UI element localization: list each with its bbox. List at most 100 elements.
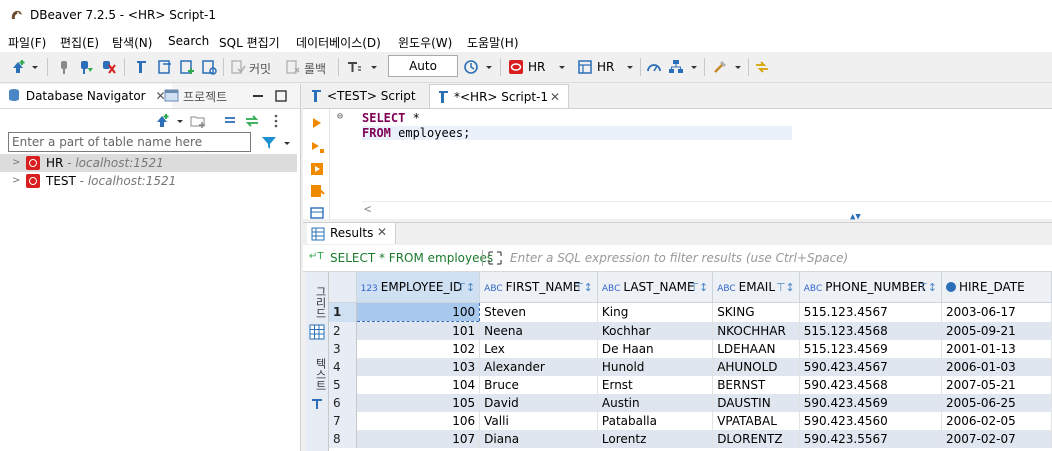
menu-file[interactable]: 파일(F) (8, 34, 46, 51)
project-icon[interactable] (164, 88, 180, 104)
cell-hire-date[interactable]: 2007-05-21 (941, 376, 1052, 394)
cell-email[interactable]: DAUSTIN (712, 394, 800, 412)
cell-phone-number[interactable]: 590.423.4568 (799, 376, 942, 394)
cell-hire-date[interactable]: 2001-01-13 (941, 340, 1052, 358)
column-filter-sort-icon[interactable]: ⊤↕ (574, 281, 593, 294)
chevron-down-icon[interactable] (690, 60, 698, 76)
cell-last-name[interactable]: Lorentz (597, 430, 714, 448)
active-datasource[interactable]: HR (528, 60, 545, 74)
cell-employee-id[interactable]: 102 (356, 340, 481, 358)
tab-projects[interactable]: 프로젝트 (183, 88, 227, 105)
rollback-icon[interactable] (285, 59, 301, 75)
new-sql-script-icon[interactable] (179, 59, 195, 75)
cell-phone-number[interactable]: 515.123.4567 (799, 302, 942, 322)
cell-phone-number[interactable]: 590.423.4560 (799, 412, 942, 430)
cell-phone-number[interactable]: 590.423.5567 (799, 430, 942, 448)
cell-first-name[interactable]: David (479, 394, 598, 412)
tab-grid-view[interactable]: 그리드 (306, 282, 328, 322)
results-filter-input[interactable]: Enter a SQL expression to filter results… (510, 251, 848, 265)
transaction-mode-selector[interactable]: Auto (388, 55, 458, 77)
menu-database[interactable]: 데이터베이스(D) (296, 34, 381, 51)
cell-first-name[interactable]: Alexander (479, 358, 598, 376)
cell-first-name[interactable]: Lex (479, 340, 598, 358)
cell-phone-number[interactable]: 590.423.4567 (799, 358, 942, 376)
minimize-icon[interactable] (250, 88, 266, 104)
cell-employee-id[interactable]: 104 (356, 376, 481, 394)
cell-first-name[interactable]: Neena (479, 321, 598, 340)
row-number[interactable]: 1 (329, 302, 357, 322)
fold-icon[interactable]: ⊖ (337, 111, 343, 122)
connect-icon[interactable] (78, 59, 94, 75)
tools-icon[interactable] (712, 59, 728, 75)
execute-in-new-tab-icon[interactable] (309, 161, 325, 177)
expand-filter-icon[interactable] (487, 250, 503, 266)
menu-navigate[interactable]: 탐색(N) (112, 34, 152, 51)
column-header-email[interactable]: ABC EMAIL ⊤↕ (712, 272, 800, 303)
commit-button[interactable]: 커밋 (249, 60, 271, 77)
tab-text-view[interactable]: 텍스트 (306, 354, 328, 394)
execute-statement-icon[interactable] (309, 115, 325, 131)
active-schema[interactable]: HR (597, 60, 614, 74)
chevron-down-icon[interactable] (176, 114, 184, 130)
cell-phone-number[interactable]: 515.123.4569 (799, 340, 942, 358)
show-panel-icon[interactable] (309, 205, 325, 221)
cell-first-name[interactable]: Steven (479, 302, 598, 322)
erd-icon[interactable] (668, 59, 684, 75)
menu-edit[interactable]: 편집(E) (60, 34, 99, 51)
cell-employee-id[interactable]: 106 (356, 412, 481, 430)
scroll-left-icon[interactable]: < (364, 202, 371, 216)
execute-script-icon[interactable] (309, 139, 325, 155)
row-number[interactable]: 6 (329, 394, 357, 412)
tab-results[interactable]: Results ✕ (307, 223, 396, 244)
cell-employee-id[interactable]: 100 (355, 302, 481, 322)
column-header-hire-date[interactable]: HIRE_DATE (941, 272, 1052, 303)
cell-last-name[interactable]: Hunold (597, 358, 714, 376)
cell-email[interactable]: BERNST (712, 376, 800, 394)
table-row[interactable]: 6 105 David Austin DAUSTIN 590.423.4569 2005-0… (329, 394, 1052, 412)
cell-first-name[interactable]: Bruce (479, 376, 598, 394)
chevron-down-icon[interactable] (734, 60, 742, 76)
cell-last-name[interactable]: Austin (597, 394, 714, 412)
tab-hr-script-1[interactable]: *<HR> Script-1 ✕ (429, 84, 569, 108)
table-row[interactable]: 8 107 Diana Lorentz DLORENTZ 590.423.5567 2007… (329, 430, 1052, 448)
column-header-first-name[interactable]: ABC FIRST_NAME ⊤↕ (479, 272, 598, 303)
horizontal-scrollbar[interactable]: < (362, 201, 1052, 218)
column-header-employee-id[interactable]: 123 EMPLOYEE_ID ⊤↕ (356, 272, 481, 303)
cell-hire-date[interactable]: 2005-06-25 (941, 394, 1052, 412)
tab-database-navigator[interactable]: Database Navigator ✕ (0, 84, 172, 108)
cell-employee-id[interactable]: 107 (356, 430, 481, 448)
menu-window[interactable]: 윈도우(W) (398, 34, 452, 51)
commit-icon[interactable] (230, 59, 246, 75)
menu-help[interactable]: 도움말(H) (467, 34, 519, 51)
table-row[interactable]: 5 104 Bruce Ernst BERNST 590.423.4568 2007-05-… (329, 376, 1052, 394)
column-filter-sort-icon[interactable]: ⊤↕ (776, 281, 795, 294)
table-row[interactable]: 3 102 Lex De Haan LDEHAAN 515.123.4569 2001-01… (329, 340, 1052, 358)
grid-view-icon[interactable] (309, 324, 325, 340)
row-number[interactable]: 7 (329, 412, 357, 430)
view-menu-icon[interactable] (272, 113, 280, 129)
new-folder-icon[interactable] (190, 113, 206, 129)
row-number[interactable]: 2 (329, 321, 357, 340)
sync-link-icon[interactable] (754, 59, 770, 75)
column-header-last-name[interactable]: ABC LAST_NAME ⊤↕ (597, 272, 714, 303)
cell-first-name[interactable]: Valli (479, 412, 598, 430)
chevron-down-icon[interactable] (558, 60, 566, 76)
sash-arrows-icon[interactable]: ▲▼ (850, 212, 861, 222)
text-view-icon[interactable] (309, 396, 325, 412)
chevron-down-icon[interactable] (283, 136, 291, 152)
table-row[interactable]: 1 100 Steven King SKING 515.123.4567 2003-06-1… (329, 302, 1052, 322)
sql-editor-icon[interactable] (134, 59, 150, 75)
history-icon[interactable] (463, 59, 479, 75)
plug-icon[interactable] (56, 59, 72, 75)
schema-icon[interactable] (577, 59, 593, 75)
cell-email[interactable]: SKING (712, 302, 800, 322)
connection-hr[interactable]: > HR - localhost:1521 (0, 154, 297, 172)
cell-email[interactable]: DLORENTZ (712, 430, 800, 448)
cell-email[interactable]: NKOCHHAR (712, 321, 800, 340)
results-grid[interactable]: 123 EMPLOYEE_ID ⊤↕ ABC FIRST_NAME ⊤↕ ABC LAST… (329, 272, 1052, 451)
new-connection-icon[interactable] (154, 113, 170, 129)
connection-test[interactable]: > TEST - localhost:1521 (0, 172, 297, 190)
chevron-right-icon[interactable]: > (12, 172, 20, 190)
column-header-phone-number[interactable]: ABC PHONE_NUMBER ⊤↕ (799, 272, 942, 303)
row-number[interactable]: 5 (329, 376, 357, 394)
